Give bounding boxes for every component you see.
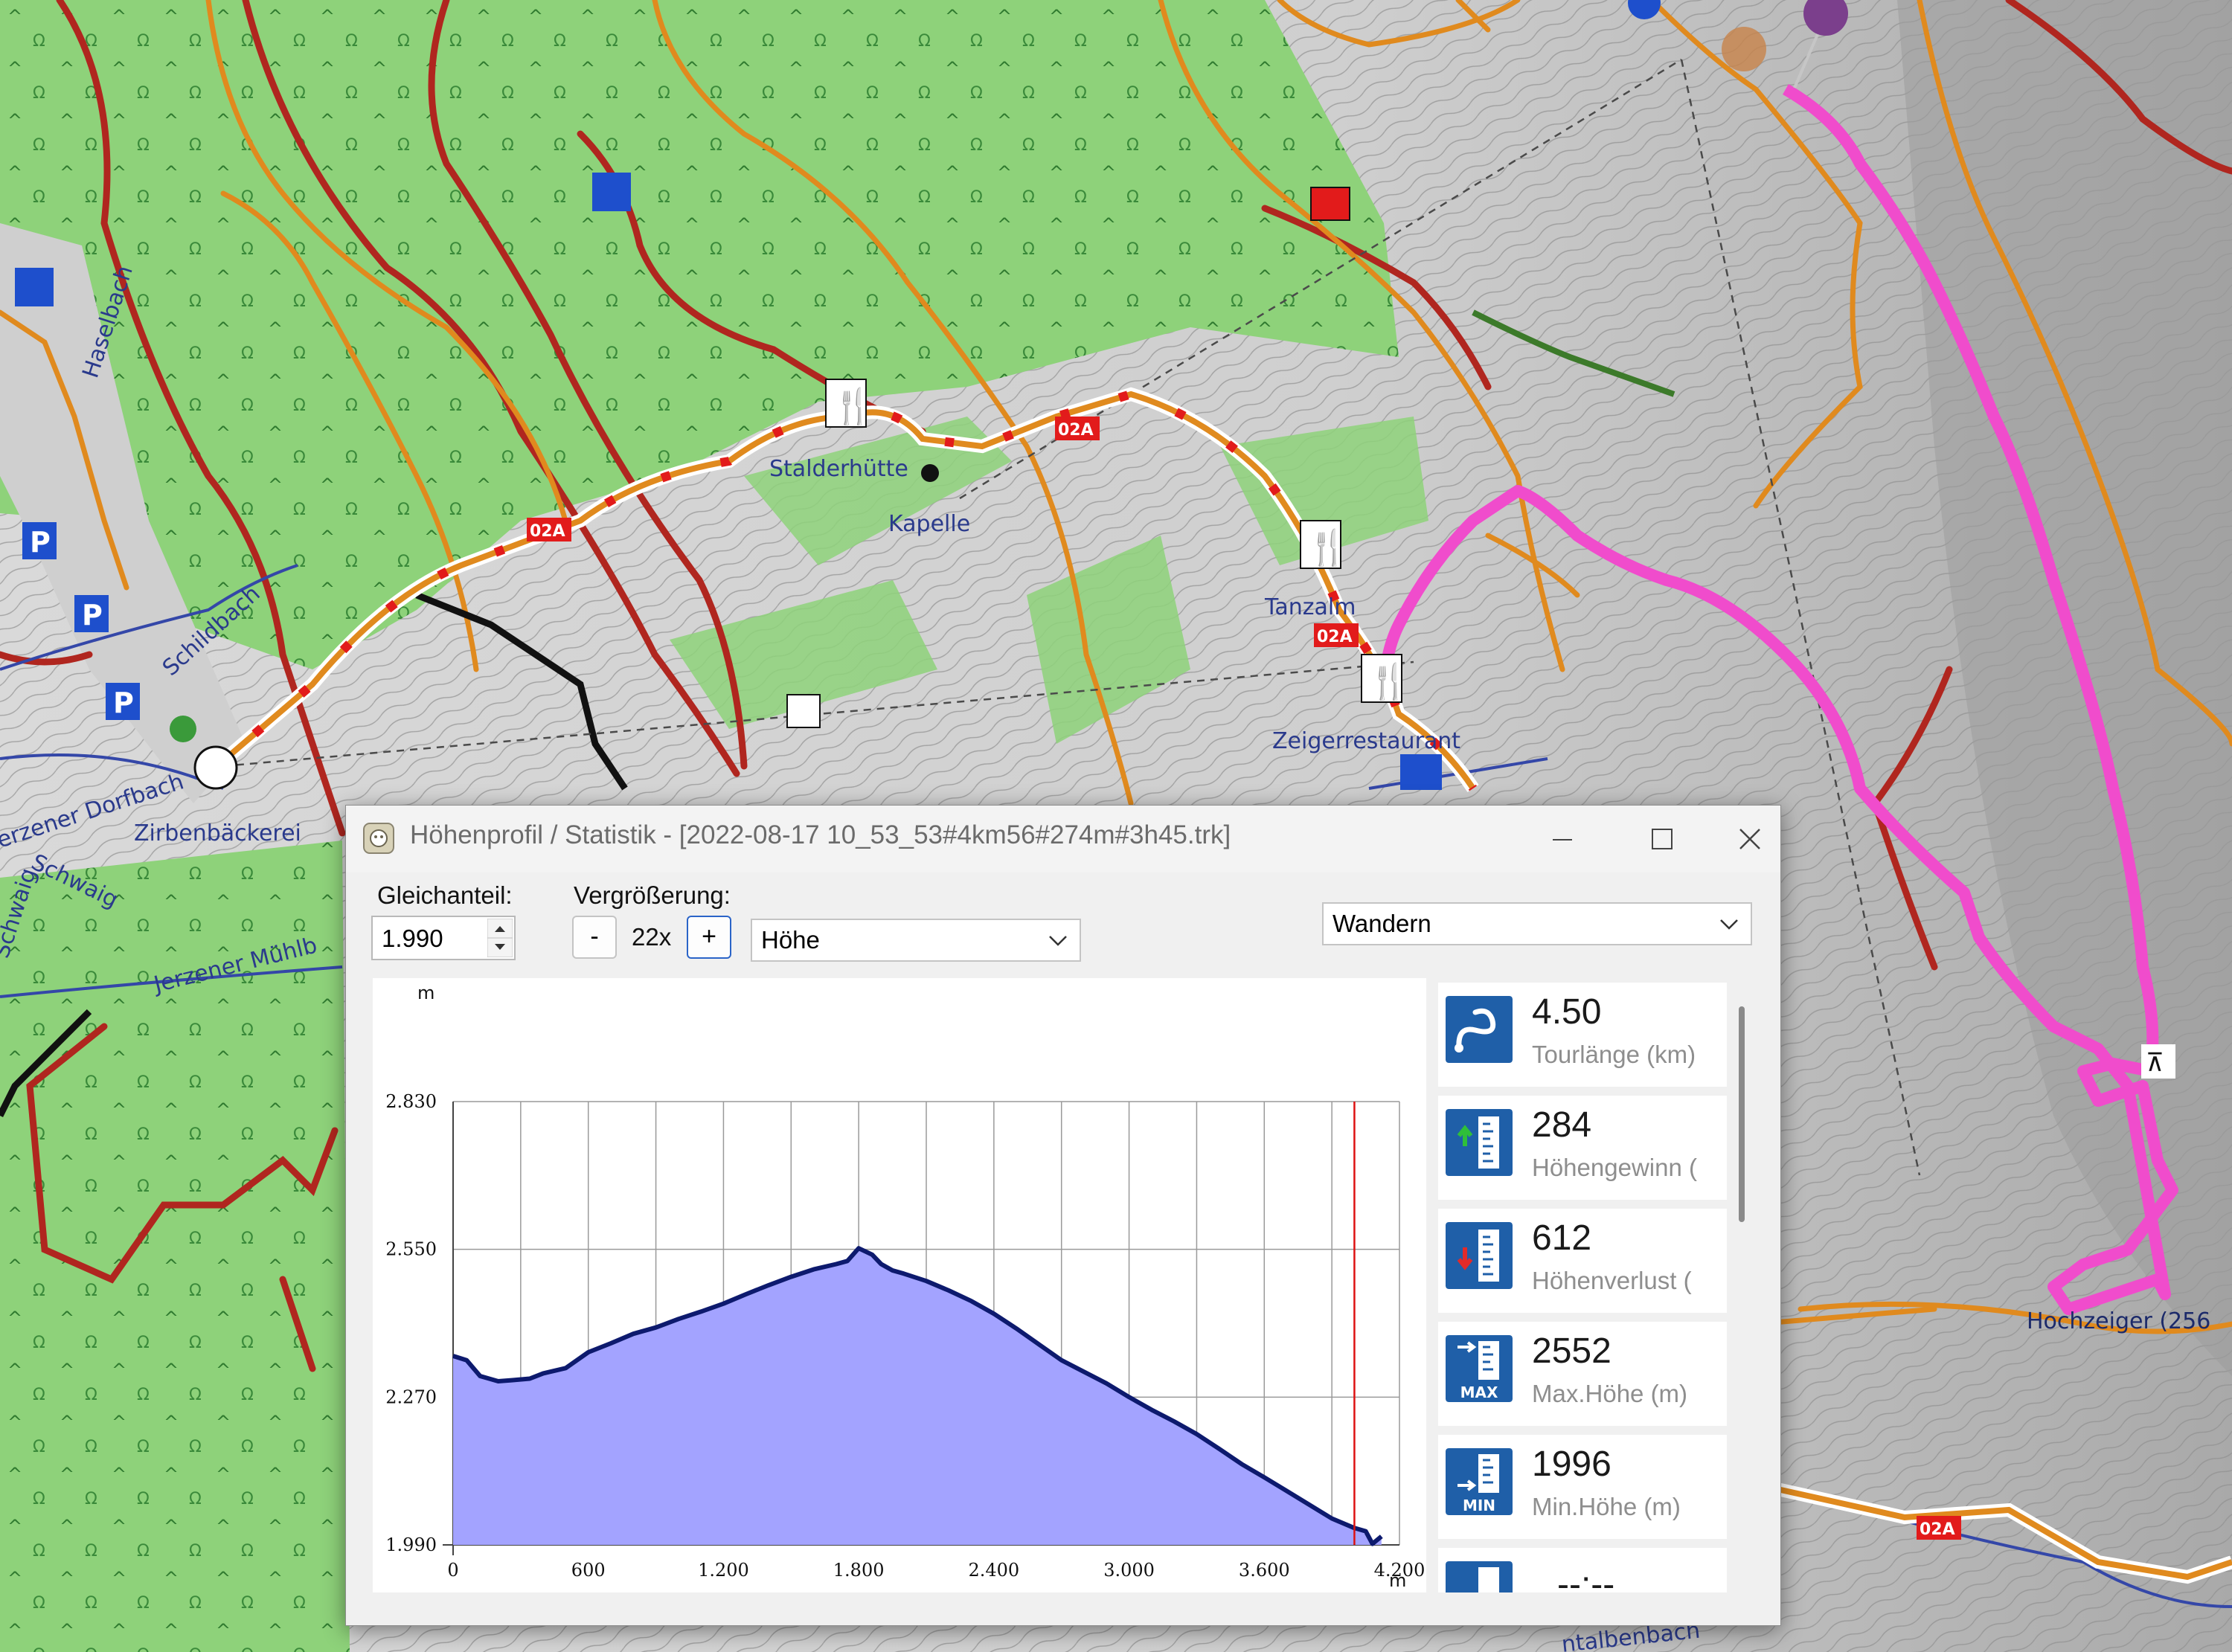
svg-text:🍴: 🍴: [1367, 661, 1410, 702]
svg-text:🍴: 🍴: [832, 386, 874, 427]
viewpoint-icon: [1722, 27, 1766, 71]
trail-badge: 02A: [1317, 628, 1353, 646]
x-tick-label: 4.200: [1374, 1560, 1426, 1581]
stat-value-loss: 612: [1532, 1218, 1592, 1258]
elevation-chart-svg[interactable]: m m 0 600 1.200 1.800 2.400 3.000 3.600 4.2001.…: [373, 978, 1426, 1592]
y-tick-label: 2.830: [385, 1091, 437, 1112]
hotel-icon: [170, 716, 196, 742]
label-tanzalm: Tanzalm: [1264, 594, 1356, 620]
restaurant-icon: 🍴: [1300, 520, 1349, 569]
svg-text:🍴: 🍴: [1306, 527, 1349, 568]
gleichanteil-spinbox[interactable]: 1.990: [371, 916, 516, 960]
svg-text:P: P: [82, 599, 103, 631]
bakery-icon: [193, 745, 238, 790]
x-tick-label: 3.600: [1239, 1560, 1290, 1581]
zoom-level: 22x: [632, 923, 672, 951]
stat-caption-length: Tourlänge (km): [1532, 1041, 1696, 1068]
elevation-loss-icon: [1446, 1222, 1513, 1289]
y-tick-label: 2.550: [385, 1239, 437, 1260]
stat-value-length: 4.50: [1532, 992, 1602, 1032]
stat-card-min: MIN 1996 Min.Höhe (m): [1438, 1435, 1727, 1539]
zoom-label: Vergrößerung:: [574, 881, 731, 909]
svg-text:P: P: [113, 687, 134, 719]
y-tick-label: 2.270: [385, 1386, 437, 1407]
stat-caption-min: Min.Höhe (m): [1532, 1493, 1681, 1520]
gleichanteil-label: Gleichanteil:: [377, 881, 513, 909]
label-kapelle: Kapelle: [888, 511, 970, 537]
maximize-button[interactable]: [1636, 817, 1688, 861]
signpost-icon: [1310, 187, 1350, 221]
chevron-down-icon: [1720, 919, 1738, 930]
title-bar[interactable]: Höhenprofil / Statistik - [2022-08-17 10…: [346, 806, 1780, 872]
window-title: Höhenprofil / Statistik - [2022-08-17 10…: [410, 820, 1231, 849]
statistics-panel[interactable]: 4.50 Tourlänge (km) 284 Höhengewinn ( 61…: [1435, 978, 1755, 1592]
label-zeigerrestaurant: Zeigerrestaurant: [1272, 728, 1460, 754]
chapel-icon: [921, 464, 939, 482]
stat-card-gain: 284 Höhengewinn (: [1438, 1096, 1727, 1200]
app-icon: [363, 823, 394, 854]
elevation-gain-icon: [1446, 1109, 1513, 1176]
bus-stop-icon: [592, 173, 631, 211]
label-stalderhuette: Stalderhütte: [769, 456, 908, 482]
route-length-icon: [1446, 996, 1513, 1063]
activity-value: Wandern: [1333, 910, 1431, 937]
trail-badge: 02A: [1920, 1520, 1955, 1539]
x-tick-label: 1.800: [833, 1560, 885, 1581]
minimize-icon: [1553, 839, 1572, 841]
min-height-icon: MIN: [1446, 1448, 1513, 1515]
profile-type-value: Höhe: [761, 926, 820, 954]
waterpark-icon: [1400, 754, 1442, 790]
label-zirbenbaeckerei: Zirbenbäckerei: [134, 820, 301, 846]
stat-value-gain: 284: [1532, 1105, 1592, 1145]
chevron-down-icon: [1049, 936, 1067, 946]
stat-value-max: 2552: [1532, 1331, 1612, 1371]
trail-badge: 02A: [1058, 421, 1094, 440]
gleichanteil-value: 1.990: [382, 925, 443, 952]
y-tick-label: 1.990: [385, 1534, 437, 1555]
activity-select[interactable]: Wandern: [1322, 902, 1752, 945]
stat-caption-gain: Höhengewinn (: [1532, 1154, 1697, 1181]
minimize-button[interactable]: [1536, 817, 1588, 861]
maximize-icon: [1652, 829, 1673, 849]
svg-text:⊼: ⊼: [2146, 1048, 2164, 1078]
restaurant-icon: 🍴: [825, 379, 874, 428]
restaurant-icon: 🍴: [1361, 654, 1410, 703]
close-icon: [1739, 829, 1760, 849]
x-tick-label: 0: [447, 1560, 458, 1581]
close-button[interactable]: [1724, 817, 1776, 861]
stat-card-max: MAX 2552 Max.Höhe (m): [1438, 1322, 1727, 1426]
y-axis-unit: m: [417, 983, 434, 1003]
stat-card-loss: 612 Höhenverlust (: [1438, 1209, 1727, 1313]
x-tick-label: 1.200: [698, 1560, 749, 1581]
svg-text:MIN: MIN: [1463, 1497, 1495, 1514]
stat-card-duration: --:--: [1438, 1548, 1727, 1592]
stat-caption-max: Max.Höhe (m): [1532, 1380, 1688, 1407]
zoom-out-button[interactable]: -: [572, 916, 617, 959]
x-tick-label: 2.400: [968, 1560, 1019, 1581]
x-tick-label: 600: [571, 1560, 606, 1581]
stat-value-min: 1996: [1532, 1444, 1612, 1484]
label-hochzeiger: Hochzeiger (256: [2027, 1308, 2210, 1334]
svg-text:MAX: MAX: [1460, 1383, 1498, 1401]
stats-scrollbar[interactable]: [1739, 1006, 1745, 1222]
stat-value-duration: --:--: [1557, 1565, 1615, 1592]
stat-caption-loss: Höhenverlust (: [1532, 1267, 1692, 1294]
cable-car-icon: [786, 694, 821, 728]
elevation-profile-window[interactable]: Höhenprofil / Statistik - [2022-08-17 10…: [345, 805, 1781, 1626]
bus-stop-icon: [15, 268, 54, 306]
zoom-in-button[interactable]: +: [687, 916, 731, 959]
x-tick-label: 3.000: [1103, 1560, 1155, 1581]
stat-card-length: 4.50 Tourlänge (km): [1438, 983, 1727, 1087]
elevation-chart[interactable]: m m 0 600 1.200 1.800 2.400 3.000 3.600 4.200 1.…: [373, 978, 1426, 1592]
trail-badge: 02A: [530, 522, 565, 541]
duration-icon: [1446, 1561, 1513, 1592]
spin-arrows-icon[interactable]: [487, 919, 513, 957]
profile-type-select[interactable]: Höhe: [751, 919, 1081, 962]
max-height-icon: MAX: [1446, 1335, 1513, 1402]
svg-text:P: P: [30, 526, 51, 559]
